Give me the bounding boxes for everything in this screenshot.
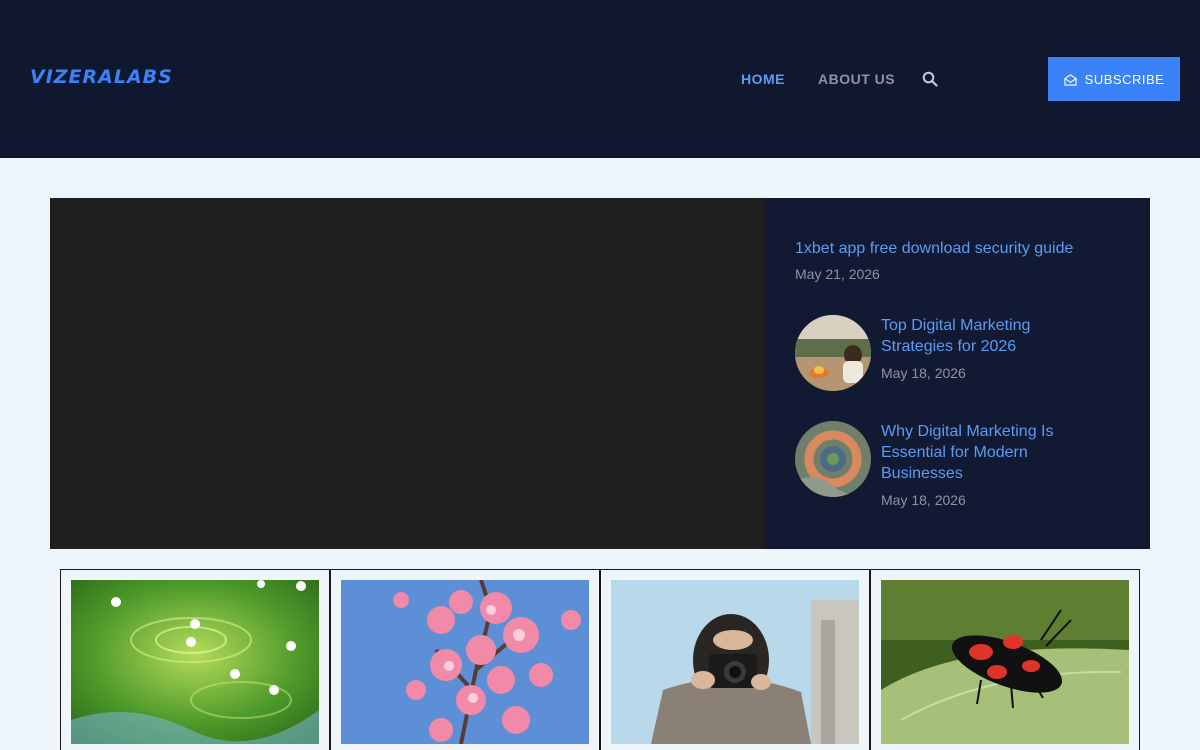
post-card-image[interactable] (611, 580, 859, 744)
post-card[interactable] (870, 569, 1140, 750)
logo-text: VIZERALABS (30, 66, 173, 88)
recent-post-title[interactable]: Top Digital Marketing Strategies for 202… (881, 315, 1101, 357)
recent-post-date: May 18, 2026 (881, 492, 966, 508)
post-thumbnail[interactable] (795, 421, 871, 497)
post-card[interactable] (60, 569, 330, 750)
recent-post-date: May 18, 2026 (881, 365, 966, 381)
subscribe-label: SUBSCRIBE (1084, 71, 1165, 87)
post-card-image[interactable] (881, 580, 1129, 744)
recent-post: 1xbet app free download security guide M… (795, 238, 1125, 283)
recent-posts-panel: 1xbet app free download security guide M… (765, 198, 1150, 549)
post-card-image[interactable] (341, 580, 589, 744)
envelope-icon (1064, 73, 1077, 86)
hero-video-player[interactable] (50, 198, 765, 549)
recent-post-title[interactable]: Why Digital Marketing Is Essential for M… (881, 421, 1101, 484)
subscribe-button[interactable]: SUBSCRIBE (1048, 57, 1180, 101)
post-thumbnail[interactable] (795, 315, 871, 391)
post-card-image[interactable] (71, 580, 319, 744)
search-icon[interactable] (922, 71, 938, 87)
recent-post-title[interactable]: 1xbet app free download security guide (795, 238, 1125, 259)
post-card[interactable] (330, 569, 600, 750)
site-logo[interactable]: VIZERALABS (30, 66, 173, 88)
nav-about-link[interactable]: ABOUT US (818, 70, 895, 88)
nav-home-link[interactable]: HOME (741, 70, 785, 88)
recent-post-date: May 21, 2026 (795, 266, 880, 282)
post-card[interactable] (600, 569, 870, 750)
site-header: VIZERALABS HOME ABOUT US SUBSCRIBE (0, 0, 1200, 158)
